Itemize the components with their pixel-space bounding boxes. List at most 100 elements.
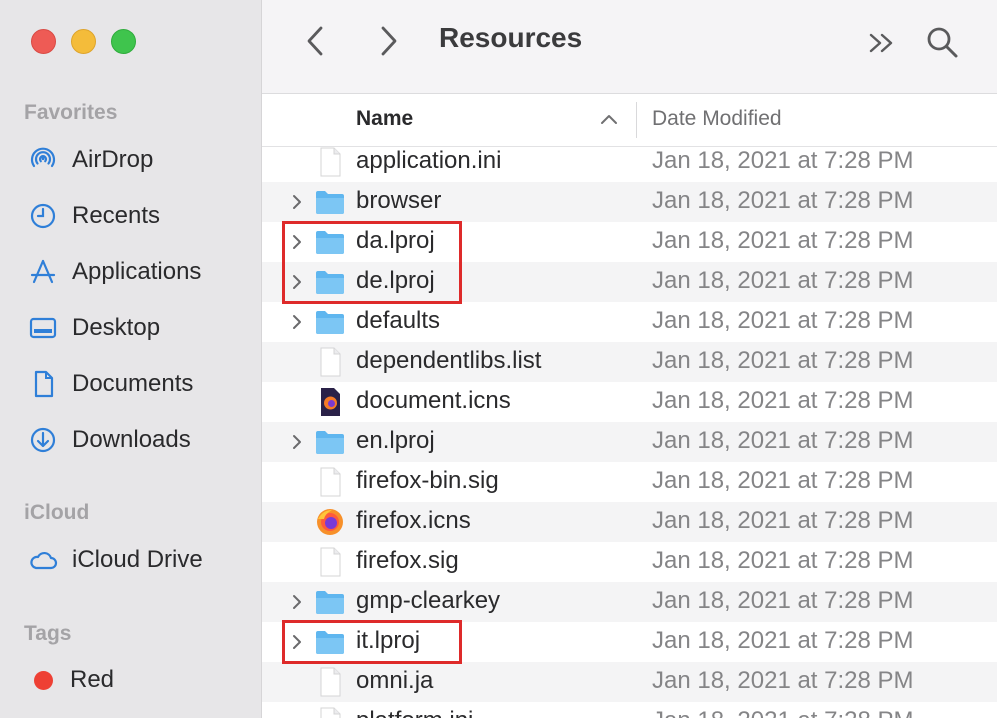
- file-name: gmp-clearkey: [356, 587, 501, 614]
- file-date-modified: Jan 18, 2021 at 7:28 PM: [652, 707, 914, 718]
- file-date-modified: Jan 18, 2021 at 7:28 PM: [652, 507, 914, 534]
- forward-button[interactable]: [374, 24, 404, 58]
- file-name: platform.ini: [356, 707, 473, 718]
- disclosure-chevron-icon[interactable]: [291, 434, 303, 455]
- toolbar: Resources: [262, 0, 997, 94]
- file-icon: [314, 347, 346, 377]
- table-row[interactable]: application.ini Jan 18, 2021 at 7:28 PM: [262, 142, 997, 182]
- table-row[interactable]: document.icns Jan 18, 2021 at 7:28 PM: [262, 382, 997, 422]
- file-name: document.icns: [356, 387, 511, 414]
- document-icon: [28, 369, 58, 399]
- file-date-modified: Jan 18, 2021 at 7:28 PM: [652, 627, 914, 654]
- sidebar-item-icloud-drive[interactable]: iCloud Drive: [28, 540, 203, 580]
- more-toolbar-items-button[interactable]: [866, 28, 898, 58]
- sidebar-item-airdrop[interactable]: AirDrop: [28, 140, 153, 180]
- folder-icon: [314, 587, 346, 617]
- sidebar-item-documents[interactable]: Documents: [28, 364, 193, 404]
- file-date-modified: Jan 18, 2021 at 7:28 PM: [652, 427, 914, 454]
- back-button[interactable]: [300, 24, 330, 58]
- column-header: Name Date Modified: [262, 94, 997, 147]
- table-row[interactable]: firefox-bin.sig Jan 18, 2021 at 7:28 PM: [262, 462, 997, 502]
- sidebar-item-desktop[interactable]: Desktop: [28, 308, 160, 348]
- search-button[interactable]: [922, 22, 962, 62]
- close-window-button[interactable]: [31, 29, 56, 54]
- firefox-document-icon: [314, 387, 346, 417]
- sidebar-item-label: Applications: [72, 258, 202, 285]
- download-icon: [28, 425, 58, 455]
- file-date-modified: Jan 18, 2021 at 7:28 PM: [652, 467, 914, 494]
- sidebar-item-label: Recents: [72, 202, 161, 229]
- double-chevron-right-icon: [869, 33, 893, 53]
- file-icon: [314, 667, 346, 697]
- sort-ascending-icon[interactable]: [600, 112, 618, 130]
- file-name: en.lproj: [356, 427, 435, 454]
- file-name: firefox.icns: [356, 507, 471, 534]
- firefox-icon: [314, 507, 346, 537]
- date-modified-column-header[interactable]: Date Modified: [652, 107, 782, 131]
- table-row[interactable]: platform.ini Jan 18, 2021 at 7:28 PM: [262, 702, 997, 718]
- sidebar-item-label: AirDrop: [72, 146, 154, 173]
- zoom-window-button[interactable]: [111, 29, 136, 54]
- folder-icon: [314, 187, 346, 217]
- applications-icon: [28, 257, 58, 287]
- file-name: dependentlibs.list: [356, 347, 542, 374]
- minimize-window-button[interactable]: [71, 29, 96, 54]
- clock-icon: [28, 201, 58, 231]
- folder-icon: [314, 427, 346, 457]
- file-icon: [314, 707, 346, 718]
- file-icon: [314, 147, 346, 177]
- file-icon: [314, 467, 346, 497]
- column-divider[interactable]: [636, 102, 637, 138]
- file-date-modified: Jan 18, 2021 at 7:28 PM: [652, 667, 914, 694]
- table-row[interactable]: firefox.sig Jan 18, 2021 at 7:28 PM: [262, 542, 997, 582]
- file-icon: [314, 547, 346, 577]
- disclosure-chevron-icon[interactable]: [291, 194, 303, 215]
- sidebar-item-label: Red: [70, 666, 115, 693]
- window-title: Resources: [439, 22, 583, 53]
- file-name: application.ini: [356, 147, 502, 174]
- file-name: defaults: [356, 307, 441, 334]
- file-name: firefox-bin.sig: [356, 467, 499, 494]
- sidebar-section-tags: Tags: [24, 622, 72, 645]
- table-row[interactable]: en.lproj Jan 18, 2021 at 7:28 PM: [262, 422, 997, 462]
- sidebar-item-recents[interactable]: Recents: [28, 196, 160, 236]
- table-row[interactable]: omni.ja Jan 18, 2021 at 7:28 PM: [262, 662, 997, 702]
- sidebar-item-downloads[interactable]: Downloads: [28, 420, 191, 460]
- sidebar-item-label: Downloads: [72, 426, 191, 453]
- file-date-modified: Jan 18, 2021 at 7:28 PM: [652, 387, 914, 414]
- red-tag-dot: [34, 670, 53, 690]
- table-row[interactable]: browser Jan 18, 2021 at 7:28 PM: [262, 182, 997, 222]
- table-row[interactable]: dependentlibs.list Jan 18, 2021 at 7:28 P…: [262, 342, 997, 382]
- sidebar-section-icloud: iCloud: [24, 501, 90, 524]
- highlight-box: [282, 620, 462, 664]
- highlight-box: [282, 221, 462, 304]
- table-row[interactable]: firefox.icns Jan 18, 2021 at 7:28 PM: [262, 502, 997, 542]
- search-icon: [927, 27, 958, 58]
- folder-icon: [314, 307, 346, 337]
- desktop-icon: [28, 313, 58, 343]
- file-name: firefox.sig: [356, 547, 459, 574]
- file-date-modified: Jan 18, 2021 at 7:28 PM: [652, 587, 914, 614]
- disclosure-chevron-icon[interactable]: [291, 314, 303, 335]
- disclosure-chevron-icon[interactable]: [291, 594, 303, 615]
- file-date-modified: Jan 18, 2021 at 7:28 PM: [652, 227, 914, 254]
- name-column-header[interactable]: Name: [356, 107, 413, 131]
- file-date-modified: Jan 18, 2021 at 7:28 PM: [652, 147, 914, 174]
- chevron-right-icon: [381, 26, 397, 56]
- table-row[interactable]: gmp-clearkey Jan 18, 2021 at 7:28 PM: [262, 582, 997, 622]
- sidebar-item-label: Desktop: [72, 314, 161, 341]
- sidebar-section-favorites: Favorites: [24, 101, 118, 124]
- sidebar-item-applications[interactable]: Applications: [28, 252, 201, 292]
- file-name: omni.ja: [356, 667, 434, 694]
- file-date-modified: Jan 18, 2021 at 7:28 PM: [652, 547, 914, 574]
- file-date-modified: Jan 18, 2021 at 7:28 PM: [652, 347, 914, 374]
- sidebar-item-label: Documents: [72, 370, 194, 397]
- airdrop-icon: [28, 145, 58, 175]
- sidebar-item-tag-red[interactable]: Red: [28, 660, 114, 700]
- cloud-icon: [28, 545, 58, 575]
- chevron-left-icon: [307, 26, 323, 56]
- sidebar: Favorites AirDrop Recents Applications D…: [0, 0, 262, 718]
- file-name: browser: [356, 187, 442, 214]
- file-date-modified: Jan 18, 2021 at 7:28 PM: [652, 267, 914, 294]
- table-row[interactable]: defaults Jan 18, 2021 at 7:28 PM: [262, 302, 997, 342]
